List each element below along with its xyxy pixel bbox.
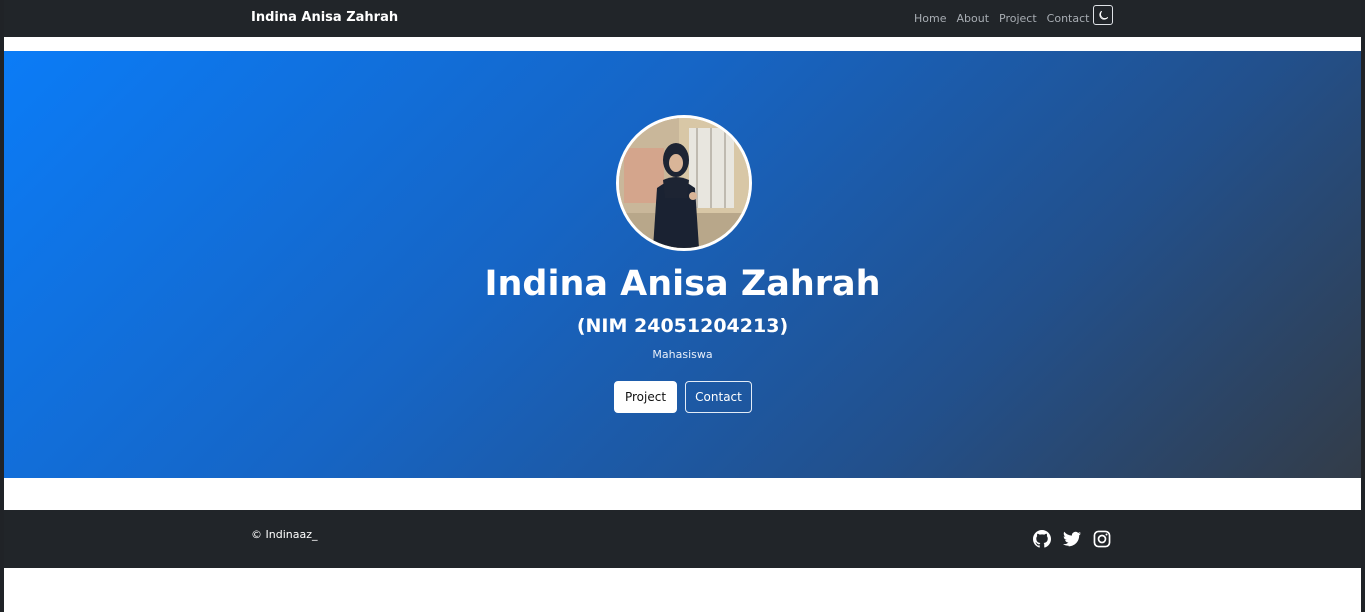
- hero-role: Mahasiswa: [652, 348, 713, 361]
- project-button[interactable]: Project: [614, 381, 677, 413]
- nav-link-about[interactable]: About: [956, 12, 989, 25]
- nav-link-project[interactable]: Project: [999, 12, 1037, 25]
- instagram-icon[interactable]: [1093, 530, 1111, 548]
- footer: © Indinaaz_: [4, 510, 1361, 568]
- navbar: Indina Anisa Zahrah Home About Project C…: [4, 0, 1361, 37]
- page: Indina Anisa Zahrah Home About Project C…: [4, 0, 1361, 612]
- navbar-brand[interactable]: Indina Anisa Zahrah: [251, 10, 398, 25]
- nav-links: Home About Project Contact: [914, 12, 1089, 25]
- contact-button[interactable]: Contact: [685, 381, 752, 413]
- theme-toggle-button[interactable]: [1093, 5, 1113, 25]
- profile-photo: [616, 115, 752, 251]
- nav-link-home[interactable]: Home: [914, 12, 946, 25]
- moon-icon: [1098, 6, 1109, 25]
- nav-link-contact[interactable]: Contact: [1047, 12, 1090, 25]
- copyright-text: © Indinaaz_: [251, 528, 318, 541]
- twitter-icon[interactable]: [1063, 530, 1081, 548]
- github-icon[interactable]: [1033, 530, 1051, 548]
- hero-section: Indina Anisa Zahrah (NIM 24051204213) Ma…: [4, 51, 1361, 478]
- hero-nim: (NIM 24051204213): [576, 315, 789, 337]
- hero-name: Indina Anisa Zahrah: [484, 264, 881, 304]
